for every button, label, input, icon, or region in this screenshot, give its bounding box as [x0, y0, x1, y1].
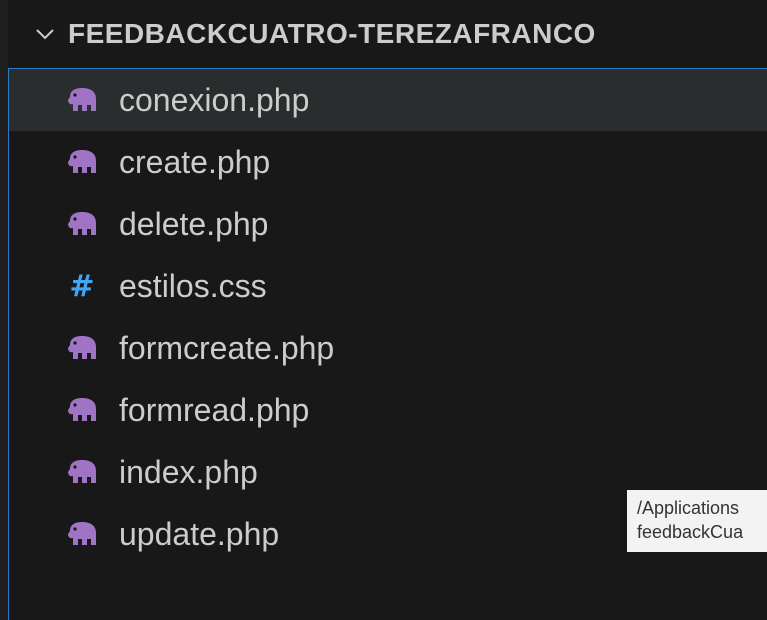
file-item-delete[interactable]: delete.php: [9, 193, 767, 255]
php-elephant-icon: [65, 517, 99, 551]
file-item-formread[interactable]: formread.php: [9, 379, 767, 441]
folder-header[interactable]: FEEDBACKCUATRO-TEREZAFRANCO: [8, 0, 767, 68]
php-elephant-icon: [65, 83, 99, 117]
file-name: formread.php: [119, 391, 310, 428]
file-name: index.php: [119, 453, 258, 490]
php-elephant-icon: [65, 145, 99, 179]
tooltip-line-2: feedbackCua: [637, 522, 744, 542]
file-name: conexion.php: [119, 81, 310, 118]
file-item-formcreate[interactable]: formcreate.php: [9, 317, 767, 379]
tooltip-line-1: /Applications: [637, 498, 740, 518]
file-item-create[interactable]: create.php: [9, 131, 767, 193]
file-item-conexion[interactable]: conexion.php: [9, 69, 767, 131]
folder-name: FEEDBACKCUATRO-TEREZAFRANCO: [68, 18, 596, 49]
file-name: formcreate.php: [119, 329, 335, 366]
chevron-down-icon: [36, 29, 54, 40]
php-elephant-icon: [65, 331, 99, 365]
php-elephant-icon: [65, 207, 99, 241]
php-elephant-icon: [65, 393, 99, 427]
file-name: create.php: [119, 143, 271, 180]
file-name: estilos.css: [119, 267, 267, 304]
css-hash-icon: #: [69, 268, 95, 304]
php-elephant-icon: [65, 455, 99, 489]
file-name: update.php: [119, 515, 280, 552]
activity-bar-edge: [0, 0, 8, 620]
file-name: delete.php: [119, 205, 269, 242]
file-item-estilos[interactable]: # estilos.css: [9, 255, 767, 317]
file-explorer: FEEDBACKCUATRO-TEREZAFRANCO conexion.php…: [0, 0, 767, 620]
path-tooltip: /Applications feedbackCua: [627, 490, 767, 552]
